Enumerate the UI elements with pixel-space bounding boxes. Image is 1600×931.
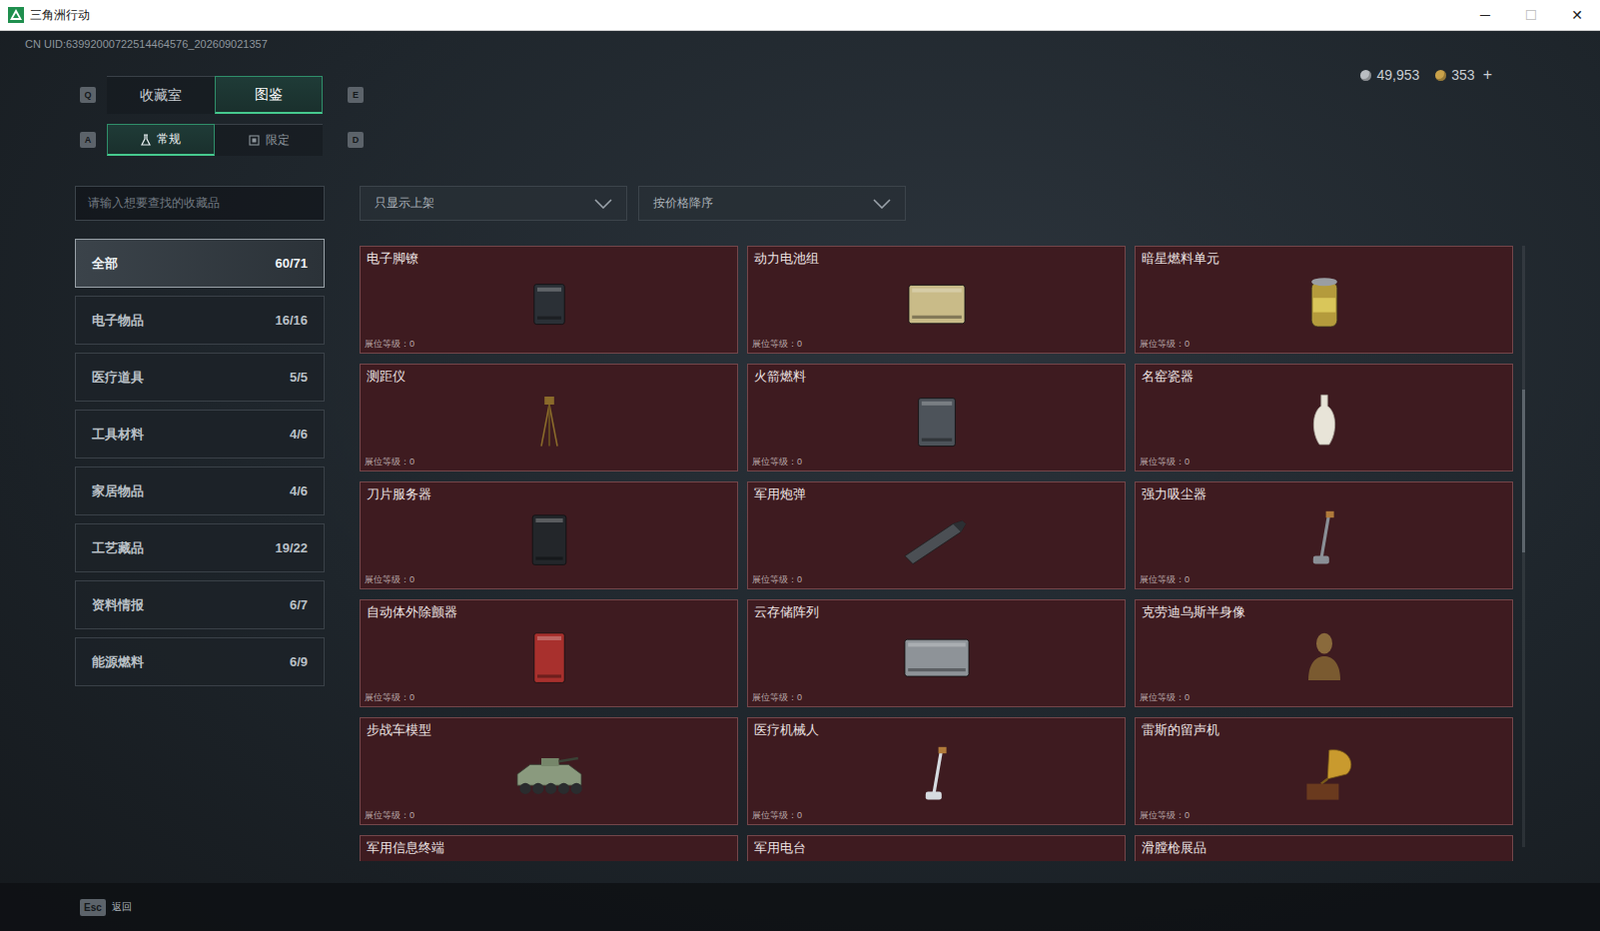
item-icon [501, 742, 598, 806]
window-control[interactable]: ─ [1462, 6, 1509, 23]
collection-card[interactable]: 电子脚镣 展位等级：0 [359, 245, 739, 354]
collection-grid: 电子脚镣 展位等级：0动力电池组 展位等级：0暗星燃料单元 展位等级：0 测距仪 … [359, 245, 1515, 861]
filter-dropdown[interactable]: 只显示上架 [359, 185, 628, 221]
chevron-down-icon [872, 198, 891, 209]
window-control: ☐ [1508, 6, 1555, 23]
key-hint: A [79, 131, 96, 148]
coin-icon [1360, 69, 1372, 81]
sub-tabs: 常规 限定 [106, 123, 323, 156]
item-icon [888, 270, 985, 335]
category-item[interactable]: 工艺藏品 19/22 [74, 523, 325, 573]
item-icon [888, 624, 985, 689]
item-icon [888, 506, 985, 571]
item-icon [1276, 270, 1373, 335]
chevron-down-icon [594, 198, 613, 209]
sub-tab[interactable]: 常规 [106, 123, 215, 156]
category-item[interactable]: 家居物品 4/6 [74, 466, 325, 516]
currency-bar: 49,953 353 + [1360, 65, 1600, 84]
main-tab[interactable]: 收藏室 [106, 75, 215, 114]
collection-card[interactable]: 名窑瓷器 展位等级：0 [1134, 363, 1514, 472]
item-icon [1276, 624, 1373, 689]
collection-card[interactable]: 测距仪 展位等级：0 [359, 363, 739, 472]
item-icon [501, 270, 598, 335]
uid-label: CN UID:63992000722514464576_202609021357 [0, 30, 1600, 76]
item-icon [1276, 742, 1373, 806]
coin-icon [1435, 69, 1447, 81]
item-icon [888, 742, 985, 806]
key-hint: Q [79, 86, 96, 103]
collection-card[interactable]: 强力吸尘器 展位等级：0 [1134, 481, 1514, 590]
main-tab[interactable]: 图鉴 [214, 75, 323, 114]
collection-card[interactable]: 火箭燃料 展位等级：0 [747, 363, 1126, 472]
collection-card[interactable]: 滑膛枪展品 [1134, 834, 1514, 861]
currency-item: 353 [1435, 66, 1475, 83]
scrollbar-thumb[interactable] [1522, 389, 1526, 553]
collection-card[interactable]: 云存储阵列 展位等级：0 [747, 599, 1126, 708]
item-icon [501, 624, 598, 689]
item-icon [1276, 388, 1373, 453]
category-item[interactable]: 全部 60/71 [74, 238, 325, 288]
limited-icon [248, 134, 260, 146]
title-bar: 三角洲行动 ─☐✕ [0, 0, 1600, 31]
category-item[interactable]: 能源燃料 6/9 [74, 637, 325, 687]
game-window: 三角洲行动 ─☐✕ CN UID:63992000722514464576_20… [0, 0, 1600, 931]
collection-card[interactable]: 军用炮弹 展位等级：0 [747, 481, 1126, 590]
item-icon [1276, 506, 1373, 571]
game-logo-icon [7, 6, 24, 23]
add-currency-button[interactable]: + [1483, 65, 1493, 84]
window-title: 三角洲行动 [29, 6, 90, 24]
category-item[interactable]: 电子物品 16/16 [74, 295, 325, 345]
category-item[interactable]: 工具材料 4/6 [74, 409, 325, 459]
collection-card[interactable]: 军用信息终端 [359, 834, 739, 861]
item-icon [501, 506, 598, 571]
scrollbar[interactable] [1522, 245, 1526, 847]
collection-card[interactable]: 动力电池组 展位等级：0 [747, 245, 1126, 354]
flask-icon [140, 133, 151, 146]
key-hint: E [347, 86, 364, 103]
collection-card[interactable]: 克劳迪乌斯半身像 展位等级：0 [1134, 599, 1514, 708]
search-field[interactable]: 请输入想要查找的收藏品 [74, 185, 325, 221]
collection-card[interactable]: 自动体外除颤器 展位等级：0 [359, 599, 739, 708]
category-item[interactable]: 医疗道具 5/5 [74, 352, 325, 402]
currency-item: 49,953 [1360, 66, 1420, 83]
filter-dropdown[interactable]: 按价格降序 [638, 185, 906, 221]
collection-card[interactable]: 刀片服务器 展位等级：0 [359, 481, 739, 590]
collection-card[interactable]: 医疗机械人 展位等级：0 [747, 717, 1126, 825]
back-button[interactable]: Esc 返回 [79, 898, 132, 916]
collection-card[interactable]: 步战车模型 展位等级：0 [359, 717, 739, 825]
collection-card[interactable]: 暗星燃料单元 展位等级：0 [1134, 245, 1514, 354]
item-icon [501, 388, 598, 453]
sub-tab[interactable]: 限定 [214, 123, 323, 156]
collection-card[interactable]: 雷斯的留声机 展位等级：0 [1134, 717, 1514, 825]
item-icon [888, 388, 985, 453]
category-list: 全部 60/71 电子物品 16/16 医疗道具 5/5 工具材料 4/6 家居物品 4… [74, 238, 325, 687]
category-item[interactable]: 资料情报 6/7 [74, 580, 325, 630]
key-hint: D [347, 131, 364, 148]
footer-bar: Esc 返回 [0, 882, 1600, 931]
collection-card[interactable]: 军用电台 [747, 834, 1126, 861]
main-tabs: 收藏室图鉴 [106, 75, 323, 114]
window-control[interactable]: ✕ [1554, 6, 1600, 23]
